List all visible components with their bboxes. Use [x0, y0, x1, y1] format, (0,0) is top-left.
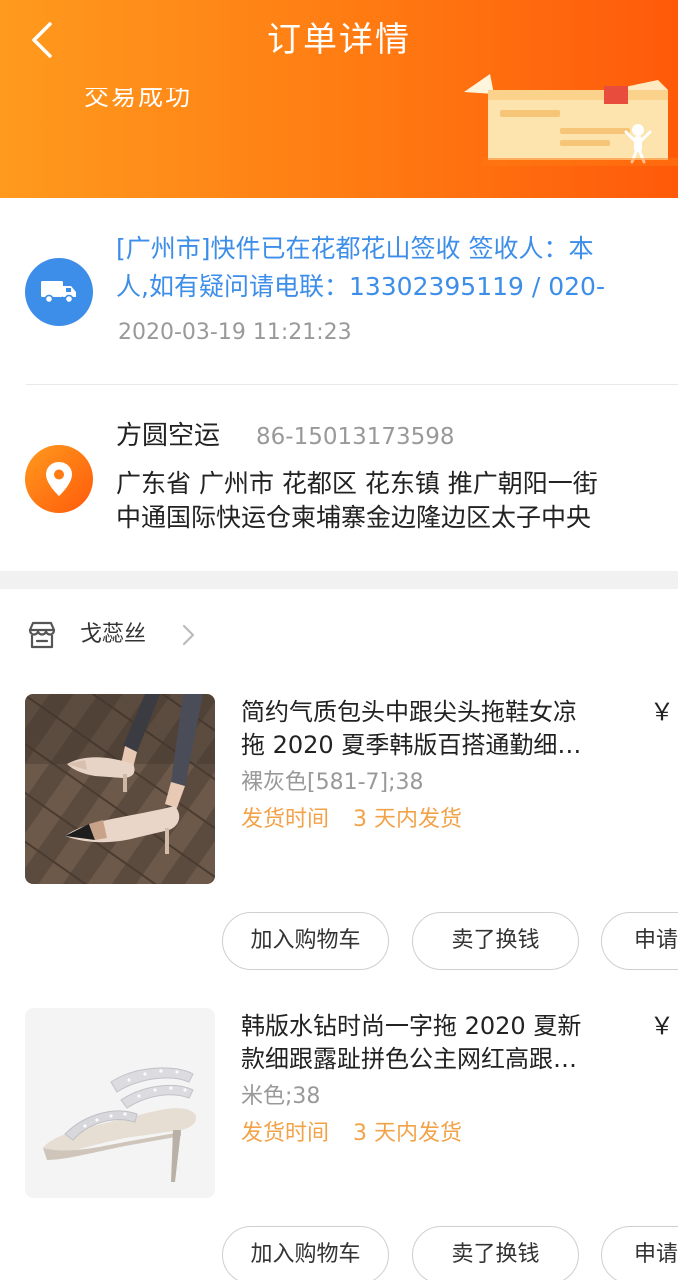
resell-button[interactable]: 卖了换钱 [412, 1226, 579, 1280]
shop-row[interactable]: 戈蕊丝 [0, 589, 678, 681]
recipient-name: 方圆空运 [116, 421, 221, 451]
shop-icon [28, 621, 56, 649]
product-item[interactable]: 韩版水钻时尚一字拖 2020 夏新 款细跟露趾拼色公主网红高跟… ￥ 米色;38… [0, 995, 678, 1280]
product-title-line-2: 款细跟露趾拼色公主网红高跟… [241, 1045, 577, 1073]
product-title[interactable]: 简约气质包头中跟尖头拖鞋女凉 拖 2020 夏季韩版百搭通勤细… [241, 696, 641, 762]
logistics-line-2: 人,如有疑问请电联：13302395119 / 020- [116, 272, 605, 301]
shipping-time-value: 3 天内发货 [353, 1121, 462, 1146]
product-image[interactable] [25, 1008, 215, 1198]
address-text: 广东省 广州市 花都区 花东镇 推广朝阳一街 中通国际快运仓柬埔寨金边隆边区太子… [116, 467, 678, 535]
product-title[interactable]: 韩版水钻时尚一字拖 2020 夏新 款细跟露趾拼色公主网红高跟… [241, 1010, 641, 1076]
apply-button[interactable]: 申请 [601, 1226, 678, 1280]
shipping-address-section: 方圆空运 86-15013173598 广东省 广州市 花都区 花东镇 推广朝阳… [0, 385, 678, 571]
page-title: 订单详情 [267, 20, 411, 60]
resell-button[interactable]: 卖了换钱 [412, 912, 579, 970]
shipping-time-label: 发货时间 [241, 1121, 330, 1146]
chevron-right-icon [182, 624, 195, 646]
logistics-line-1: [广州市]快件已在花都花山签收 签收人：本 [116, 234, 594, 263]
package-box-illustration [464, 74, 678, 166]
product-title-line-1: 韩版水钻时尚一字拖 2020 夏新 [241, 1012, 582, 1040]
recipient-phone: 86-15013173598 [256, 424, 455, 450]
product-image[interactable] [25, 694, 215, 884]
price-symbol: ￥ [650, 698, 674, 726]
shipping-time-value: 3 天内发货 [353, 807, 462, 832]
add-to-cart-button[interactable]: 加入购物车 [222, 1226, 389, 1280]
order-status-text: 交易成功 [84, 82, 193, 111]
logistics-status: [广州市]快件已在花都花山签收 签收人：本 人,如有疑问请电联：13302395… [116, 230, 678, 306]
logistics-section[interactable]: [广州市]快件已在花都花山签收 签收人：本 人,如有疑问请电联：13302395… [0, 198, 678, 384]
logistics-timestamp: 2020-03-19 11:21:23 [118, 320, 352, 345]
apply-button[interactable]: 申请 [601, 912, 678, 970]
shipping-time-label: 发货时间 [241, 807, 330, 832]
location-pin-icon [25, 445, 93, 513]
product-title-line-2: 拖 2020 夏季韩版百搭通勤细… [241, 731, 582, 759]
order-header: 订单详情 交易成功 [0, 0, 678, 198]
product-spec: 裸灰色[581-7];38 [241, 770, 424, 795]
add-to-cart-button[interactable]: 加入购物车 [222, 912, 389, 970]
price-symbol: ￥ [650, 1012, 674, 1040]
shop-name[interactable]: 戈蕊丝 [80, 619, 146, 651]
product-title-line-1: 简约气质包头中跟尖头拖鞋女凉 [241, 698, 577, 726]
product-spec: 米色;38 [241, 1084, 321, 1109]
address-line-1: 广东省 广州市 花都区 花东镇 推广朝阳一街 [116, 469, 598, 498]
address-line-2: 中通国际快运仓柬埔寨金边隆边区太子中央 [116, 503, 592, 532]
truck-icon [25, 258, 93, 326]
section-gap [0, 571, 678, 589]
product-item[interactable]: 简约气质包头中跟尖头拖鞋女凉 拖 2020 夏季韩版百搭通勤细… ￥ 裸灰色[5… [0, 681, 678, 971]
